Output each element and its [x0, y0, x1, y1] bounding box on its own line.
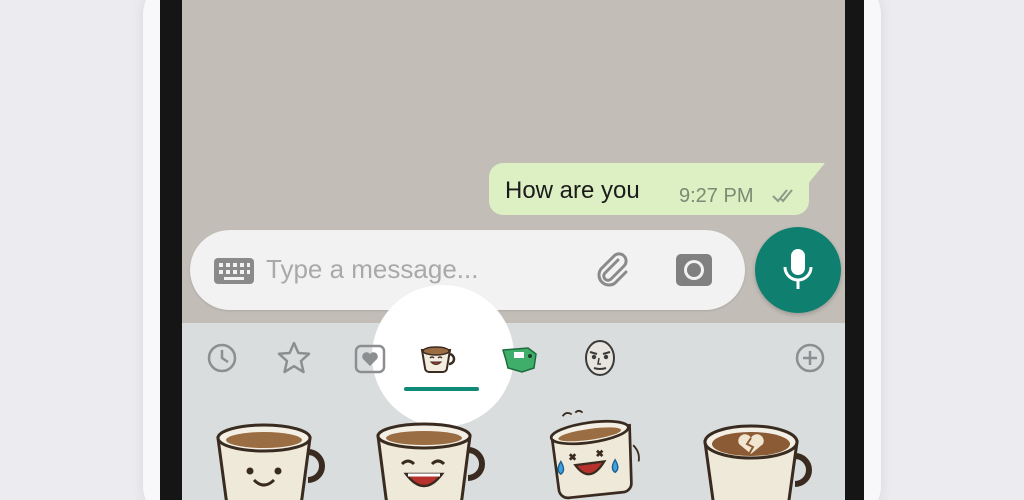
sticker-panel — [182, 285, 845, 500]
message-text: How are you — [505, 177, 640, 204]
face-icon[interactable] — [580, 338, 620, 378]
clock-icon[interactable] — [202, 338, 242, 378]
active-tab-underline — [404, 387, 479, 391]
star-icon[interactable] — [274, 338, 314, 378]
heart-icon[interactable] — [350, 338, 390, 378]
keyboard-icon[interactable] — [214, 258, 254, 284]
sticker-crying-laughing-coffee-cup[interactable] — [537, 409, 657, 500]
bubble-tail — [807, 163, 825, 185]
plus-circle-icon[interactable] — [790, 338, 830, 378]
camera-icon[interactable] — [674, 250, 714, 290]
message-input-placeholder[interactable]: Type a message... — [266, 254, 478, 285]
double-check-icon — [772, 189, 793, 203]
paperclip-icon[interactable] — [592, 250, 632, 290]
sticker-heartbreak-latte-cup[interactable] — [697, 416, 817, 500]
coffee-cup-icon[interactable] — [417, 338, 457, 378]
message-timestamp: 9:27 PM — [679, 185, 754, 207]
sticker-smiling-coffee-cup[interactable] — [210, 416, 330, 500]
dinosaur-icon[interactable] — [500, 338, 540, 378]
outgoing-message-bubble[interactable]: How are you 9:27 PM — [489, 163, 809, 215]
sticker-laughing-coffee-cup[interactable] — [370, 416, 490, 500]
voice-message-button[interactable] — [755, 227, 841, 313]
chat-screen: How are you 9:27 PM Type a message... — [182, 0, 845, 500]
microphone-icon — [783, 249, 813, 289]
